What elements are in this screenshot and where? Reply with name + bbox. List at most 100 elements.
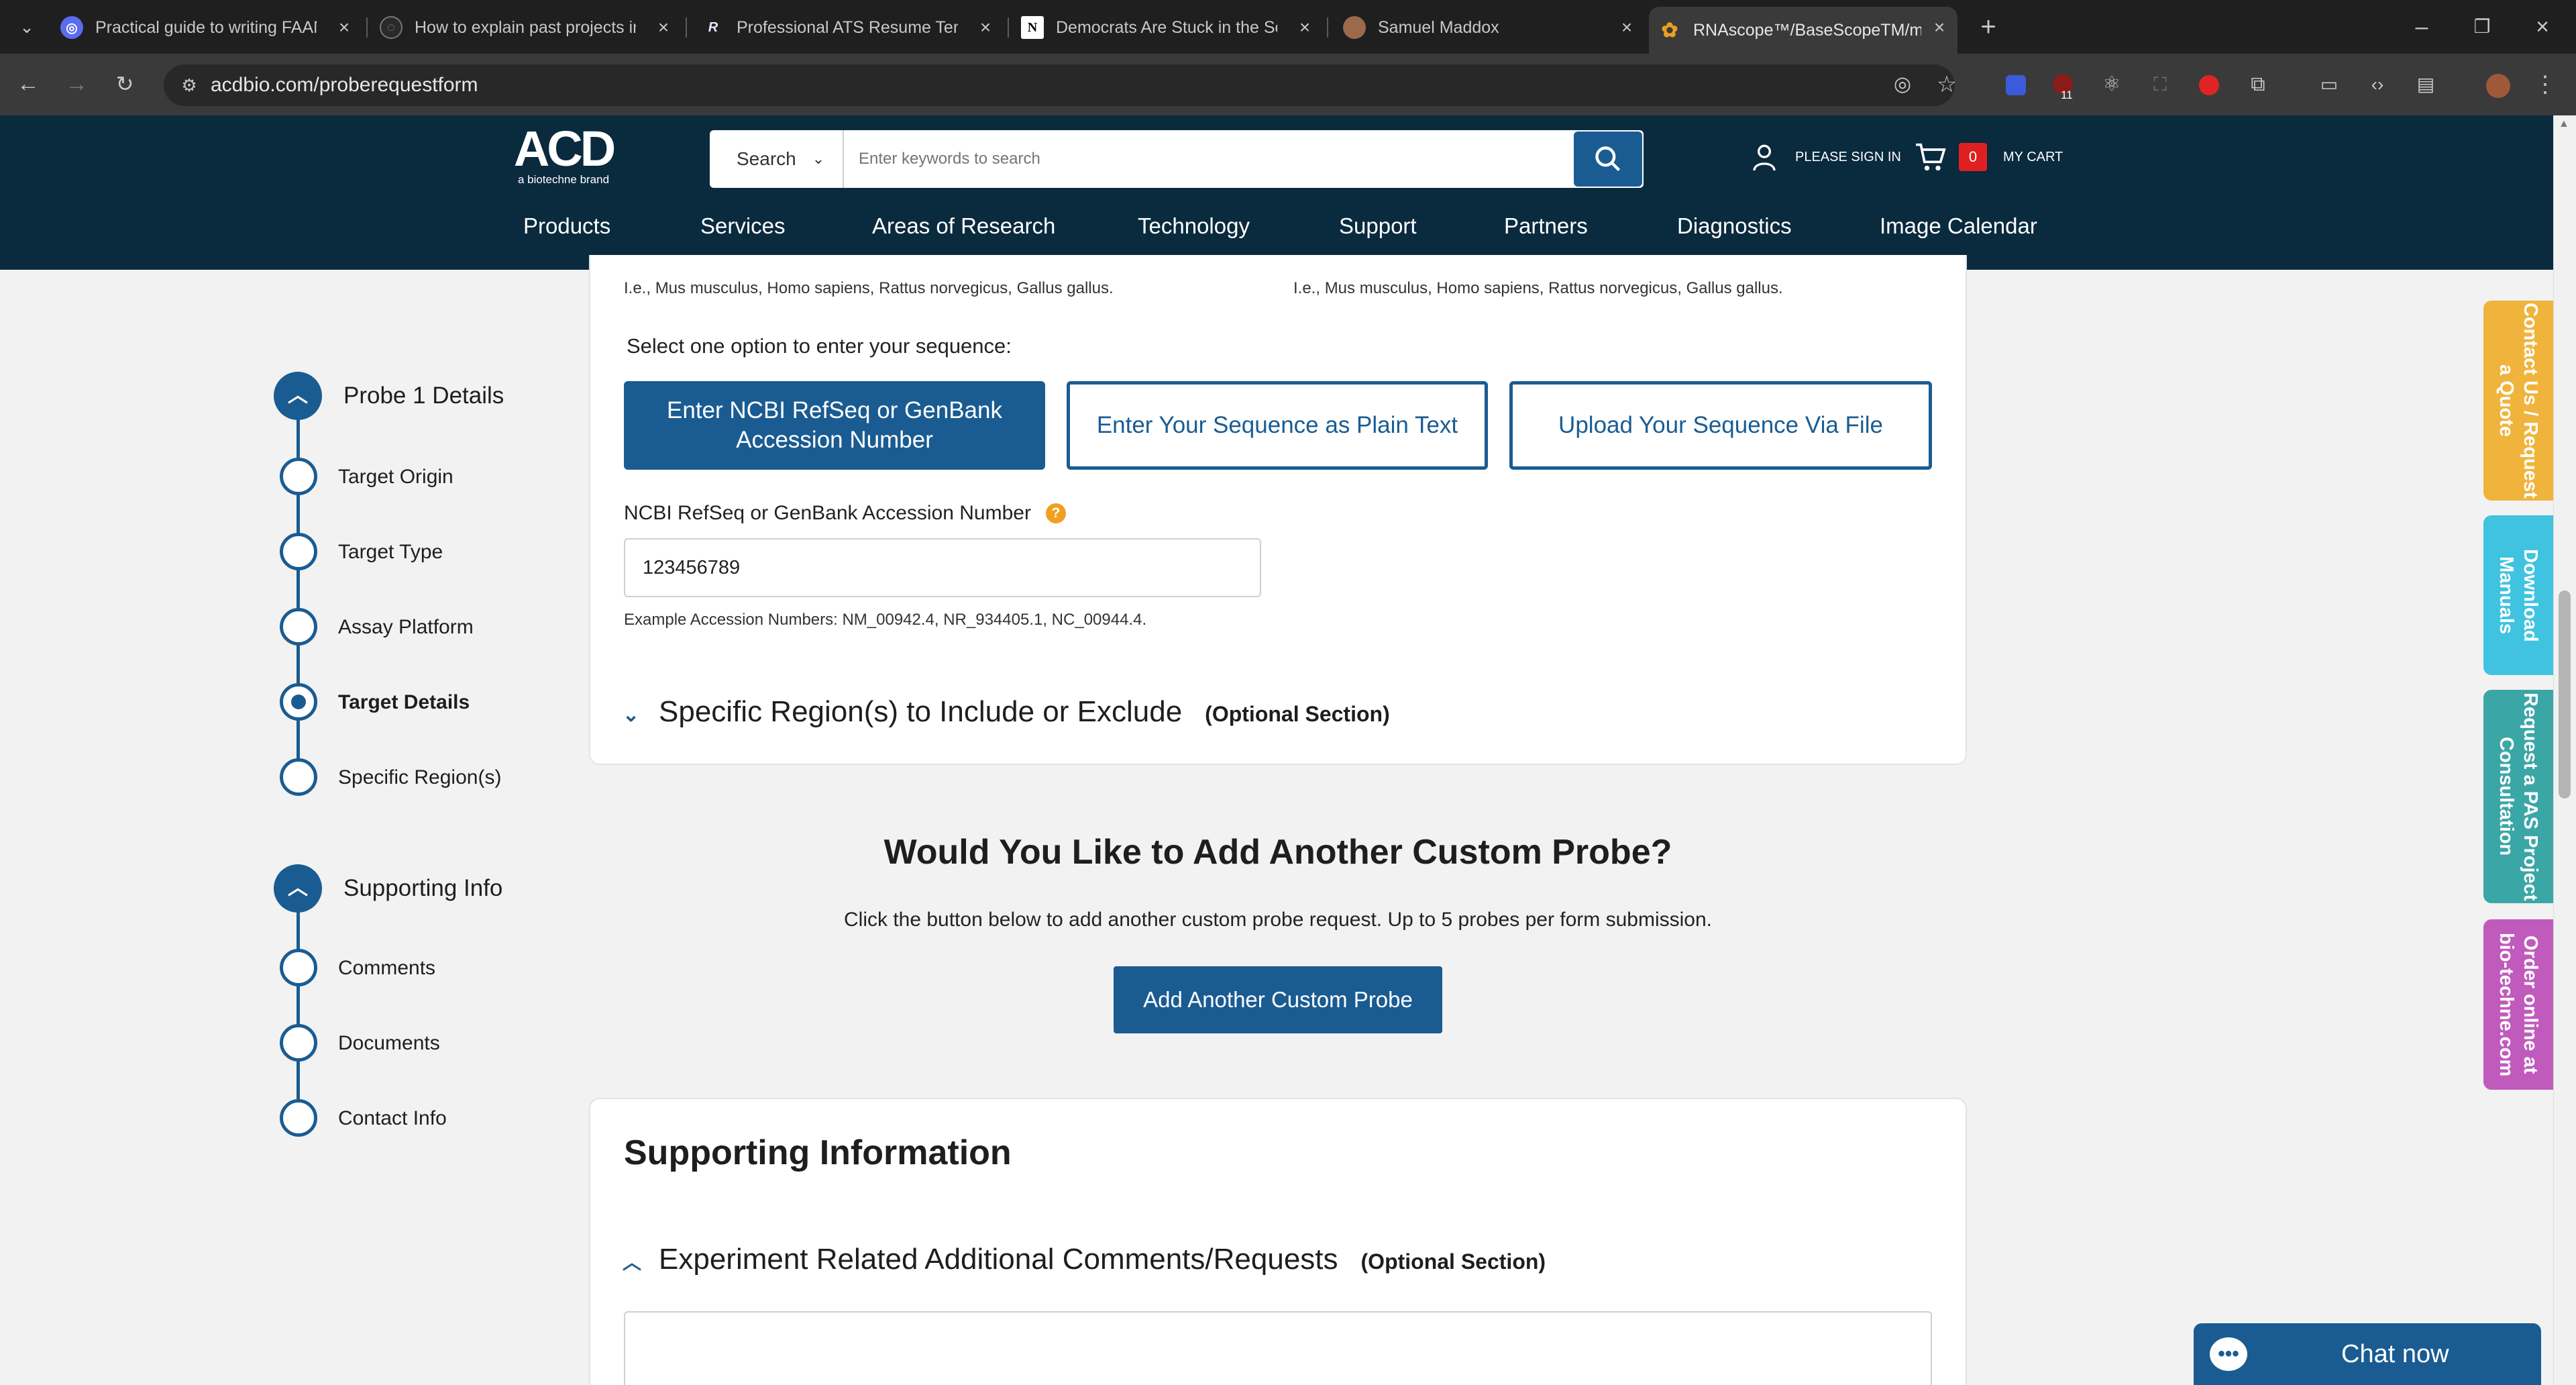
nav-areas-of-research[interactable]: Areas of Research	[872, 213, 1055, 239]
browser-tab[interactable]: N Democrats Are Stuck in the Sou ×	[1021, 7, 1316, 48]
close-tab-icon[interactable]: ×	[333, 16, 356, 39]
close-window-icon[interactable]: ×	[2529, 13, 2556, 40]
tab-separator	[1327, 17, 1328, 38]
logo[interactable]: ACD a biotechne brand	[504, 123, 623, 193]
step-specific-regions-circle[interactable]	[280, 758, 317, 796]
close-tab-icon[interactable]: ×	[652, 16, 675, 39]
step-target-origin[interactable]: Target Origin	[338, 466, 453, 489]
nav-partners[interactable]: Partners	[1504, 213, 1588, 239]
chat-now-button[interactable]: ••• Chat now	[2194, 1323, 2541, 1385]
browser-tab[interactable]: ◎ Practical guide to writing FAANG ×	[60, 7, 356, 48]
search-category-dropdown[interactable]: Search ⌄	[710, 130, 844, 188]
chat-now-label: Chat now	[2341, 1339, 2449, 1368]
step-target-details-circle[interactable]	[280, 683, 317, 721]
code-icon[interactable]: ‹›	[2364, 71, 2391, 98]
step-documents[interactable]: Documents	[338, 1032, 440, 1055]
option-accession-number-button[interactable]: Enter NCBI RefSeq or GenBank Accession N…	[624, 381, 1045, 470]
close-tab-icon[interactable]: ×	[1928, 16, 1951, 39]
restore-window-icon[interactable]: ❐	[2469, 13, 2496, 40]
close-tab-icon[interactable]: ×	[1293, 16, 1316, 39]
forward-icon[interactable]: →	[63, 70, 90, 97]
reading-list-icon[interactable]: ▤	[2412, 71, 2439, 98]
step-target-origin-circle[interactable]	[280, 458, 317, 495]
bookmark-star-icon[interactable]: ☆	[1933, 71, 1960, 98]
step-target-type-circle[interactable]	[280, 533, 317, 570]
sign-in-link[interactable]: PLEASE SIGN IN	[1751, 142, 1901, 172]
puzzle-extensions-icon[interactable]: ⧉	[2245, 71, 2271, 98]
order-online-label: Order online at bio-techne.com	[2496, 932, 2541, 1077]
supporting-section-toggle[interactable]: ︿	[274, 864, 322, 913]
tab-title: Samuel Maddox	[1378, 17, 1499, 37]
step-contact-info[interactable]: Contact Info	[338, 1107, 447, 1130]
close-tab-icon[interactable]: ×	[1615, 16, 1638, 39]
probe-section-title[interactable]: Probe 1 Details	[343, 382, 504, 409]
optional-label: (Optional Section)	[1205, 702, 1390, 726]
comments-textarea[interactable]	[624, 1311, 1932, 1385]
add-probe-description: Click the button below to add another cu…	[843, 909, 1713, 931]
optional-label: (Optional Section)	[1360, 1249, 1546, 1274]
comments-toggle[interactable]: ︿ Experiment Related Additional Comments…	[623, 1243, 1546, 1276]
profile-avatar[interactable]	[2486, 74, 2510, 98]
browser-tab[interactable]: ◌ How to explain past projects in ×	[380, 7, 675, 48]
minimize-window-icon[interactable]: –	[2408, 13, 2435, 40]
pas-consultation-tab[interactable]: Request a PAS Project Consultation	[2483, 690, 2553, 903]
step-target-details[interactable]: Target Details	[338, 691, 470, 714]
scroll-up-arrow-icon[interactable]: ▲	[2559, 118, 2569, 130]
url-text[interactable]: acdbio.com/proberequestform	[211, 74, 478, 97]
reload-icon[interactable]: ↻	[111, 70, 138, 97]
add-another-probe-button[interactable]: Add Another Custom Probe	[1114, 966, 1442, 1033]
cart-link[interactable]: 0 MY CART	[1915, 142, 2063, 172]
step-specific-regions[interactable]: Specific Region(s)	[338, 766, 501, 789]
accession-number-input[interactable]	[624, 538, 1261, 597]
step-comments-circle[interactable]	[280, 949, 317, 986]
sequence-prompt: Select one option to enter your sequence…	[627, 334, 1012, 358]
chevron-up-icon: ︿	[623, 1252, 642, 1273]
step-documents-circle[interactable]	[280, 1024, 317, 1062]
back-icon[interactable]: ←	[15, 70, 42, 97]
order-online-tab[interactable]: Order online at bio-techne.com	[2483, 919, 2553, 1090]
contact-us-quote-tab[interactable]: Contact Us / Request a Quote	[2483, 301, 2553, 501]
probe-section-toggle[interactable]: ︿	[274, 372, 322, 420]
option-upload-file-button[interactable]: Upload Your Sequence Via File	[1509, 381, 1932, 470]
close-tab-icon[interactable]: ×	[974, 16, 997, 39]
browser-tab-active[interactable]: ✿ RNAscope™/BaseScopeTM/miR ×	[1649, 7, 1957, 54]
step-assay-platform-circle[interactable]	[280, 608, 317, 646]
cart-label: MY CART	[2003, 149, 2063, 164]
screenshot-extension-icon[interactable]: ⛶	[2147, 71, 2174, 98]
chat-bubble-icon: •••	[2210, 1337, 2247, 1371]
shield-extension-icon[interactable]	[2006, 75, 2026, 95]
atom-extension-icon[interactable]: ⚛	[2098, 71, 2125, 98]
help-icon[interactable]: ?	[1045, 503, 1066, 523]
supporting-section-title[interactable]: Supporting Info	[343, 875, 502, 902]
browser-tab[interactable]: R Professional ATS Resume Templ ×	[702, 7, 997, 48]
sign-in-label: PLEASE SIGN IN	[1795, 149, 1901, 164]
browser-menu-icon[interactable]: ⋮	[2532, 71, 2559, 98]
browser-tab[interactable]: ● Samuel Maddox ×	[1343, 7, 1638, 48]
option-plain-text-button[interactable]: Enter Your Sequence as Plain Text	[1067, 381, 1488, 470]
site-info-icon[interactable]: ⚙	[176, 72, 203, 99]
step-target-type[interactable]: Target Type	[338, 541, 443, 564]
step-contact-info-circle[interactable]	[280, 1099, 317, 1137]
nav-diagnostics[interactable]: Diagnostics	[1677, 213, 1792, 239]
scrollbar-thumb[interactable]	[2559, 591, 2571, 799]
species-hint-left: I.e., Mus musculus, Homo sapiens, Rattus…	[624, 279, 1114, 297]
chevron-up-icon: ︿	[288, 877, 308, 899]
search-input[interactable]	[848, 134, 1566, 184]
cast-icon[interactable]: ▭	[2316, 71, 2343, 98]
new-tab-icon[interactable]: +	[1975, 13, 2002, 40]
nav-technology[interactable]: Technology	[1138, 213, 1250, 239]
step-comments[interactable]: Comments	[338, 957, 435, 980]
search-button[interactable]	[1574, 132, 1642, 187]
step-assay-platform[interactable]: Assay Platform	[338, 616, 474, 639]
chevron-up-icon: ︿	[288, 384, 308, 407]
chevron-down-icon: ⌄	[812, 150, 825, 167]
nav-image-calendar[interactable]: Image Calendar	[1880, 213, 2037, 239]
hide-eye-icon[interactable]: ◎	[1889, 71, 1916, 98]
download-manuals-tab[interactable]: Download Manuals	[2483, 515, 2553, 675]
record-extension-icon[interactable]	[2199, 75, 2219, 95]
nav-services[interactable]: Services	[700, 213, 786, 239]
nav-support[interactable]: Support	[1339, 213, 1417, 239]
specific-region-toggle[interactable]: ⌄ Specific Region(s) to Include or Exclu…	[623, 695, 1390, 729]
tab-search-icon[interactable]: ⌄	[13, 13, 40, 40]
nav-products[interactable]: Products	[523, 213, 610, 239]
